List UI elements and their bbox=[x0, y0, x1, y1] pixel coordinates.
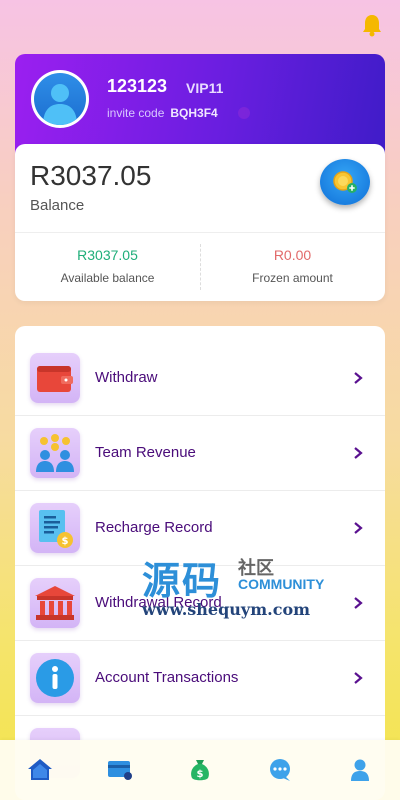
balance-amount: R3037.05 bbox=[30, 160, 152, 191]
chat-icon bbox=[270, 759, 290, 781]
frozen-amount-label: Frozen amount bbox=[252, 271, 333, 285]
copy-icon[interactable] bbox=[237, 106, 251, 120]
menu-label: Withdrawal Record bbox=[95, 594, 222, 611]
vip-level-badge: VIP11 bbox=[186, 80, 224, 96]
divider bbox=[15, 232, 385, 233]
balance-label: Balance bbox=[30, 197, 85, 214]
coin-plus-icon bbox=[333, 171, 357, 193]
tab-home[interactable] bbox=[20, 750, 60, 790]
money-bag-icon: $ bbox=[191, 760, 209, 781]
notification-bell-icon[interactable] bbox=[360, 12, 384, 38]
recharge-coin-button[interactable] bbox=[320, 159, 370, 205]
balance-card: R3037.05 Balance R3037.05 Available bala… bbox=[15, 144, 385, 301]
frozen-amount-block: R0.00 Frozen amount bbox=[200, 247, 385, 285]
menu-item-account-transactions[interactable]: Account Transactions bbox=[15, 641, 385, 716]
chevron-right-icon bbox=[354, 372, 363, 384]
wallet-icon bbox=[30, 353, 80, 403]
tab-profile[interactable] bbox=[340, 750, 380, 790]
menu-label: Account Transactions bbox=[95, 669, 239, 686]
available-balance-value: R3037.05 bbox=[77, 247, 138, 263]
svg-text:$: $ bbox=[62, 536, 69, 547]
receipt-icon: $ bbox=[30, 503, 80, 553]
chevron-right-icon bbox=[354, 672, 363, 684]
home-icon bbox=[28, 759, 52, 780]
menu-card: Withdraw Team Revenue $ Recharge Record … bbox=[15, 326, 385, 800]
username: 123123 bbox=[107, 76, 168, 96]
menu-item-withdraw[interactable]: Withdraw bbox=[15, 341, 385, 416]
menu-label: Withdraw bbox=[95, 369, 158, 386]
avatar-person-icon bbox=[43, 84, 77, 125]
info-icon bbox=[30, 653, 80, 703]
chevron-right-icon bbox=[354, 522, 363, 534]
svg-text:$: $ bbox=[197, 769, 204, 780]
tab-money[interactable]: $ bbox=[180, 750, 220, 790]
available-balance-block: R3037.05 Available balance bbox=[15, 247, 200, 285]
chevron-right-icon bbox=[354, 597, 363, 609]
bank-icon bbox=[30, 578, 80, 628]
menu-item-withdrawal-record[interactable]: Withdrawal Record bbox=[15, 566, 385, 641]
available-balance-label: Available balance bbox=[60, 271, 155, 285]
bottom-tab-bar: $ bbox=[0, 740, 400, 800]
invite-code-value: BQH3F4 bbox=[170, 106, 218, 120]
chevron-right-icon bbox=[354, 447, 363, 459]
user-icon bbox=[351, 759, 369, 781]
invite-code-row: invite code BQH3F4 bbox=[107, 106, 218, 120]
menu-label: Recharge Record bbox=[95, 519, 213, 536]
avatar[interactable] bbox=[31, 70, 89, 128]
tab-card[interactable] bbox=[100, 750, 140, 790]
tab-chat[interactable] bbox=[260, 750, 300, 790]
menu-label: Team Revenue bbox=[95, 444, 196, 461]
menu-item-team-revenue[interactable]: Team Revenue bbox=[15, 416, 385, 491]
menu-item-recharge-record[interactable]: $ Recharge Record bbox=[15, 491, 385, 566]
team-icon bbox=[30, 428, 80, 478]
invite-code-label: invite code bbox=[107, 106, 165, 120]
frozen-amount-value: R0.00 bbox=[273, 247, 312, 263]
card-icon bbox=[108, 761, 132, 780]
